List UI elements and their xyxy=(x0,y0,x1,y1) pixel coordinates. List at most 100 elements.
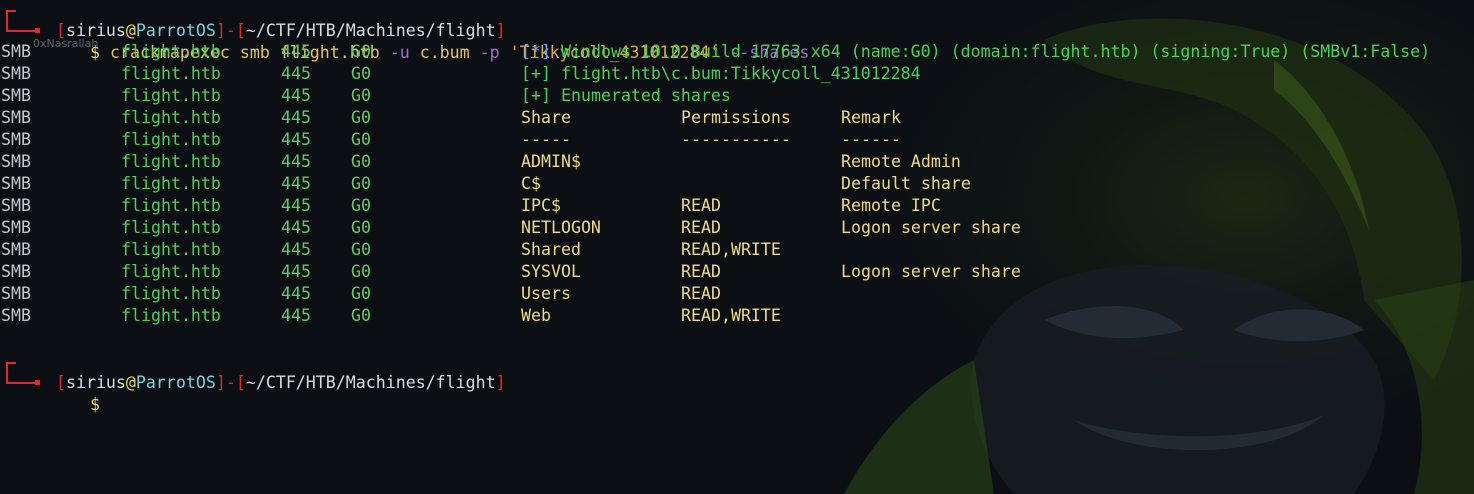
row-port: 445 xyxy=(281,218,311,237)
row-port: 445 xyxy=(281,42,311,61)
row-host: flight.htb xyxy=(121,306,221,325)
prompt-line-2: [sirius@ParrotOS]-[~/CTF/HTB/Machines/fl… xyxy=(55,373,506,392)
row-host: flight.htb xyxy=(121,86,221,105)
share-permissions: READ xyxy=(681,196,721,215)
status-message: Windows 10.0 Build 17763 x64 (name:G0) (… xyxy=(561,42,1431,61)
output-row: SMB flight.htb 445 G0 [+] Enumerated shares xyxy=(0,85,1474,107)
row-host: flight.htb xyxy=(121,42,221,61)
share-permissions: READ xyxy=(681,218,721,237)
row-name: G0 xyxy=(351,196,371,215)
column-header-share: Share xyxy=(521,108,571,127)
output-row: SMB flight.htb 445 G0 [*] Windows 10.0 Build … xyxy=(0,41,1474,63)
row-name: G0 xyxy=(351,240,371,259)
row-name: G0 xyxy=(351,130,371,149)
share-row: SMB flight.htb 445 G0 C$ Default share xyxy=(0,173,1474,195)
output-row: SMB flight.htb 445 G0 ----- ----------- ------ xyxy=(0,129,1474,151)
share-name: Users xyxy=(521,284,571,303)
share-remark: Logon server share xyxy=(841,262,1021,281)
row-port: 445 xyxy=(281,152,311,171)
row-host: flight.htb xyxy=(121,262,221,281)
row-host: flight.htb xyxy=(121,108,221,127)
row-protocol: SMB xyxy=(1,262,31,281)
status-message: Enumerated shares xyxy=(561,86,731,105)
row-host: flight.htb xyxy=(121,196,221,215)
row-protocol: SMB xyxy=(1,284,31,303)
prompt-frame-top-2 xyxy=(6,362,16,364)
row-protocol: SMB xyxy=(1,152,31,171)
command-line: $ crackmapexec smb flight.htb -u c.bum -… xyxy=(89,43,810,62)
row-port: 445 xyxy=(281,174,311,193)
column-header-permissions: Permissions xyxy=(681,108,791,127)
row-port: 445 xyxy=(281,196,311,215)
separator: ------ xyxy=(841,130,901,149)
share-remark: Remote Admin xyxy=(841,152,961,171)
row-protocol: SMB xyxy=(1,108,31,127)
prompt-input-line[interactable]: $ xyxy=(50,372,100,414)
row-protocol: SMB xyxy=(1,196,31,215)
row-name: G0 xyxy=(351,86,371,105)
row-host: flight.htb xyxy=(121,130,221,149)
terminal-window[interactable]: [sirius@ParrotOS]-[~/CTF/HTB/Machines/fl… xyxy=(0,0,1474,494)
share-name: SYSVOL xyxy=(521,262,581,281)
row-host: flight.htb xyxy=(121,240,221,259)
row-name: G0 xyxy=(351,152,371,171)
row-name: G0 xyxy=(351,218,371,237)
share-permissions: READ xyxy=(681,262,721,281)
share-row: SMB flight.htb 445 G0 ADMIN$ Remote Admin xyxy=(0,151,1474,173)
share-name: Shared xyxy=(521,240,581,259)
row-protocol: SMB xyxy=(1,42,31,61)
share-remark: Remote IPC xyxy=(841,196,941,215)
share-permissions: READ,WRITE xyxy=(681,306,781,325)
output-row: SMB flight.htb 445 G0 Share Permissions Remark xyxy=(0,107,1474,129)
row-name: G0 xyxy=(351,306,371,325)
row-port: 445 xyxy=(281,240,311,259)
row-protocol: SMB xyxy=(1,306,31,325)
share-remark: Default share xyxy=(841,174,971,193)
row-host: flight.htb xyxy=(121,174,221,193)
row-name: G0 xyxy=(351,174,371,193)
row-protocol: SMB xyxy=(1,218,31,237)
share-name: NETLOGON xyxy=(521,218,601,237)
row-protocol: SMB xyxy=(1,174,31,193)
share-name: ADMIN$ xyxy=(521,152,581,171)
status-tag: [*] xyxy=(521,42,551,61)
status-tag: [+] xyxy=(521,64,551,83)
row-host: flight.htb xyxy=(121,64,221,83)
prompt-frame-line xyxy=(6,10,8,32)
row-host: flight.htb xyxy=(121,284,221,303)
row-port: 445 xyxy=(281,108,311,127)
share-name: IPC$ xyxy=(521,196,561,215)
row-port: 445 xyxy=(281,306,311,325)
row-port: 445 xyxy=(281,130,311,149)
prompt-frame-top xyxy=(6,10,16,12)
row-name: G0 xyxy=(351,284,371,303)
row-protocol: SMB xyxy=(1,240,31,259)
output-row: SMB flight.htb 445 G0 [+] flight.htb\c.bum:Ti… xyxy=(0,63,1474,85)
share-name: Web xyxy=(521,306,551,325)
status-message: flight.htb\c.bum:Tikkycoll_431012284 xyxy=(561,64,921,83)
share-row: SMB flight.htb 445 G0 Users READ xyxy=(0,283,1474,305)
share-row: SMB flight.htb 445 G0 IPC$ READ Remote IPC xyxy=(0,195,1474,217)
row-name: G0 xyxy=(351,64,371,83)
share-name: C$ xyxy=(521,174,541,193)
column-header-remark: Remark xyxy=(841,108,901,127)
separator: ----------- xyxy=(681,130,791,149)
row-protocol: SMB xyxy=(1,86,31,105)
row-name: G0 xyxy=(351,42,371,61)
row-protocol: SMB xyxy=(1,64,31,83)
prompt-frame-line-2 xyxy=(6,362,8,384)
share-remark: Logon server share xyxy=(841,218,1021,237)
row-port: 445 xyxy=(281,262,311,281)
row-host: flight.htb xyxy=(121,218,221,237)
share-row: SMB flight.htb 445 G0 Shared READ,WRITE xyxy=(0,239,1474,261)
row-port: 445 xyxy=(281,284,311,303)
status-tag: [+] xyxy=(521,86,551,105)
share-row: SMB flight.htb 445 G0 SYSVOL READ Logon server… xyxy=(0,261,1474,283)
prompt-line-1: [sirius@ParrotOS]-[~/CTF/HTB/Machines/fl… xyxy=(55,21,506,40)
row-protocol: SMB xyxy=(1,130,31,149)
share-row: SMB flight.htb 445 G0 Web READ,WRITE xyxy=(0,305,1474,327)
row-name: G0 xyxy=(351,262,371,281)
row-host: flight.htb xyxy=(121,152,221,171)
row-name: G0 xyxy=(351,108,371,127)
row-port: 445 xyxy=(281,64,311,83)
